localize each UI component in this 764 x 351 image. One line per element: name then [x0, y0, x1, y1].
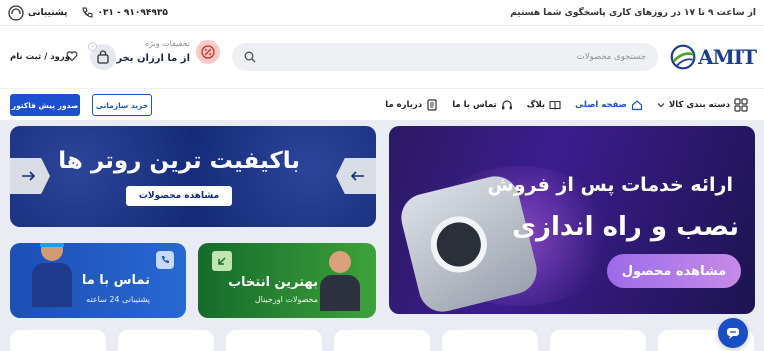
main-nav: دسته بندی کالا صفحه اصلی بلاگ تماس با ما…	[0, 88, 764, 120]
chat-bubble-icon	[727, 328, 739, 339]
banner-heading-large: نصب و راه اندازی	[512, 212, 739, 242]
headset-icon	[8, 4, 24, 21]
special-deals[interactable]: تخفیفات ویژه از ما ارزان بخر	[116, 36, 220, 76]
arrow-tag-icon	[212, 251, 232, 271]
globe-icon	[670, 44, 696, 70]
banner-heading: باکیفیت ترین روتر ها	[58, 148, 300, 174]
nav-label: دسته بندی کالا	[668, 100, 730, 110]
support-label: پشتیبانی	[28, 7, 68, 18]
nav-item-contact[interactable]: تماس با ما	[452, 99, 513, 111]
nav-item-blog[interactable]: بلاگ	[527, 99, 561, 111]
banner-subheading: پشتیبانی 24 ساعته	[86, 295, 150, 304]
working-hours-text: از ساعت ۹ تا ۱۷ در روزهای کاری پاسخگوی ش…	[510, 7, 756, 18]
category-card[interactable]	[442, 330, 538, 351]
grid-icon	[734, 98, 748, 112]
banner-heading: تماس با ما	[81, 273, 150, 288]
nav-item-home[interactable]: صفحه اصلی	[575, 99, 643, 111]
arrow-left-icon	[351, 171, 364, 181]
document-icon	[427, 99, 437, 111]
cart-button[interactable]: ۰	[88, 42, 116, 70]
contact-us-banner[interactable]: تماس با ما پشتیبانی 24 ساعته	[10, 243, 186, 318]
deals-subtitle: از ما ارزان بخر	[116, 53, 190, 64]
technician-image	[32, 243, 72, 307]
deals-title: تخفیفات ویژه	[144, 39, 190, 48]
phone-icon	[82, 6, 93, 18]
nav-item-categories[interactable]: دسته بندی کالا	[657, 98, 748, 112]
search-input[interactable]: جستجوی محصولات	[577, 52, 646, 62]
home-icon	[631, 100, 643, 111]
chat-button[interactable]	[718, 318, 748, 348]
phone-number: ۰۳۱ - ۹۱۰۹۴۹۳۵	[97, 7, 168, 18]
best-choice-banner[interactable]: بهترین انتخاب محصولات اورجینال	[198, 243, 376, 318]
banner-heading: ارائه خدمات پس از فروش	[487, 174, 733, 196]
phone-tag-icon	[156, 251, 174, 269]
view-product-button[interactable]: مشاهده محصول	[607, 254, 741, 288]
view-products-button[interactable]: مشاهده محصولات	[126, 186, 232, 206]
category-card[interactable]	[226, 330, 322, 351]
banner-heading: بهترین انتخاب	[228, 275, 318, 290]
headphones-icon	[501, 100, 512, 110]
support-link[interactable]: پشتیبانی	[8, 4, 68, 21]
search-bar[interactable]: جستجوی محصولات	[232, 43, 658, 71]
man-pointing-image	[320, 251, 360, 311]
category-cards	[0, 330, 764, 351]
discount-icon	[196, 40, 220, 64]
site-logo[interactable]: AMIT	[670, 40, 757, 74]
shopping-bag-icon	[97, 50, 109, 64]
proforma-invoice-button[interactable]: صدور پیش فاکتور	[10, 94, 80, 116]
nav-label: درباره ما	[385, 100, 423, 110]
contact-info: پشتیبانی ۰۳۱ - ۹۱۰۹۴۹۳۵	[8, 4, 168, 21]
category-card[interactable]	[334, 330, 430, 351]
banner-background	[10, 126, 376, 227]
nav-label: صفحه اصلی	[575, 100, 627, 110]
book-icon	[549, 100, 561, 110]
logo-text: AMIT	[698, 45, 757, 69]
phone-link[interactable]: ۰۳۱ - ۹۱۰۹۴۹۳۵	[81, 6, 168, 19]
chevron-down-icon	[657, 103, 665, 108]
category-card[interactable]	[10, 330, 106, 351]
routers-banner[interactable]: باکیفیت ترین روتر ها مشاهده محصولات	[10, 126, 376, 227]
header: AMIT جستجوی محصولات تخفیفات ویژه از ما ا…	[0, 26, 764, 88]
nav-items: دسته بندی کالا صفحه اصلی بلاگ تماس با ما…	[385, 89, 748, 121]
nav-label: تماس با ما	[452, 100, 497, 110]
banner-subheading: محصولات اورجینال	[254, 295, 318, 304]
top-bar: از ساعت ۹ تا ۱۷ در روزهای کاری پاسخگوی ش…	[0, 0, 764, 26]
category-card[interactable]	[118, 330, 214, 351]
cart-count: ۰	[88, 42, 97, 51]
after-sales-banner[interactable]: ارائه خدمات پس از فروش نصب و راه اندازی …	[389, 126, 755, 314]
search-icon[interactable]	[244, 51, 256, 63]
organizational-purchase-button[interactable]: خرید سازمانی	[92, 94, 152, 116]
login-register-link[interactable]: ورود / ثبت نام	[10, 52, 70, 62]
nav-item-about[interactable]: درباره ما	[385, 99, 438, 111]
arrow-right-icon	[22, 171, 35, 181]
page: از ساعت ۹ تا ۱۷ در روزهای کاری پاسخگوی ش…	[0, 0, 764, 351]
category-card[interactable]	[550, 330, 646, 351]
nav-label: بلاگ	[526, 100, 546, 110]
